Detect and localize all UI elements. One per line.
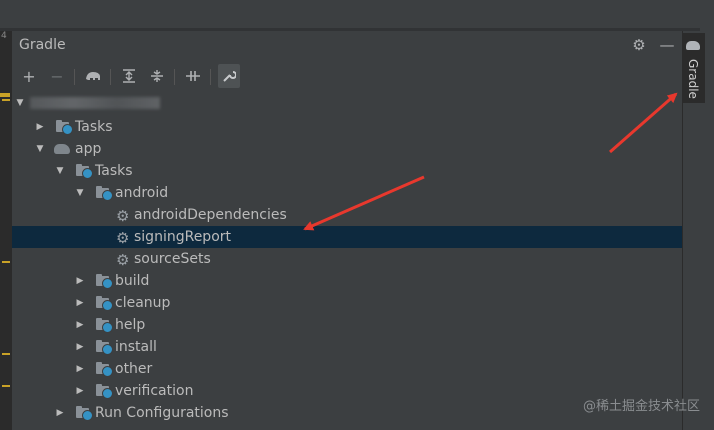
panel-header: Gradle ⚙ — <box>12 31 682 61</box>
task-folder-icon <box>76 406 93 421</box>
tree-row-android[interactable]: ▼ android <box>12 182 682 204</box>
toolbar-separator <box>74 69 75 85</box>
tree-label: build <box>115 273 150 289</box>
tree-label: verification <box>115 383 194 399</box>
collapsed-arrow-icon[interactable]: ▶ <box>74 358 86 380</box>
tree-label: signingReport <box>134 229 232 245</box>
task-folder-icon <box>96 186 113 201</box>
collapsed-arrow-icon[interactable]: ▶ <box>74 270 86 292</box>
tree-label: Tasks <box>95 163 133 179</box>
tree-row-group[interactable]: ▶ build <box>12 270 682 292</box>
expanded-arrow-icon[interactable]: ▼ <box>14 92 26 114</box>
panel-toolbar: + − <box>12 63 682 91</box>
tree-row-group[interactable]: ▶ cleanup <box>12 292 682 314</box>
task-folder-icon <box>76 164 93 179</box>
wrench-icon[interactable] <box>218 64 240 88</box>
collapse-all-icon[interactable] <box>146 64 168 88</box>
expand-all-icon[interactable] <box>118 64 140 88</box>
left-strip-text: 4 <box>1 31 7 41</box>
gradle-panel: Gradle ⚙ — + − ▼ ▶ Tasks ▼ app ▼ Tasks ▼… <box>12 31 682 430</box>
toggle-offline-icon[interactable] <box>182 64 204 88</box>
tree-row-task-selected[interactable]: ⚙ signingReport <box>12 226 682 248</box>
expanded-arrow-icon[interactable]: ▼ <box>74 182 86 204</box>
tree-label: Tasks <box>75 119 113 135</box>
collapsed-arrow-icon[interactable]: ▶ <box>74 380 86 402</box>
left-strip-marker <box>2 99 10 101</box>
tree-row-app-tasks[interactable]: ▼ Tasks <box>12 160 682 182</box>
collapsed-arrow-icon[interactable]: ▶ <box>54 402 66 424</box>
toolbar-separator <box>210 69 211 85</box>
elephant-icon <box>686 41 700 50</box>
redacted-project-name <box>30 97 160 109</box>
task-folder-icon <box>96 362 113 377</box>
gradle-side-tab-label: Gradle <box>686 59 700 99</box>
gear-icon: ⚙ <box>116 229 130 247</box>
left-editor-strip: 4 <box>0 31 12 430</box>
tree-row-app[interactable]: ▼ app <box>12 138 682 160</box>
left-strip-marker <box>0 93 10 97</box>
gear-icon[interactable]: ⚙ <box>629 35 649 55</box>
add-icon[interactable]: + <box>18 64 40 88</box>
task-folder-icon <box>96 384 113 399</box>
tree-row-task[interactable]: ⚙ androidDependencies <box>12 204 682 226</box>
elephant-icon[interactable] <box>82 64 104 88</box>
tree-label: androidDependencies <box>134 207 287 223</box>
gear-icon: ⚙ <box>116 251 130 269</box>
expanded-arrow-icon[interactable]: ▼ <box>54 160 66 182</box>
panel-title: Gradle <box>19 37 66 53</box>
left-strip-marker <box>2 261 10 263</box>
tree-row-group[interactable]: ▶ verification <box>12 380 682 402</box>
tree-row-task[interactable]: ⚙ sourceSets <box>12 248 682 270</box>
gear-icon: ⚙ <box>116 207 130 225</box>
collapsed-arrow-icon[interactable]: ▶ <box>34 116 46 138</box>
left-strip-marker <box>2 353 10 355</box>
watermark: @稀土掘金技术社区 <box>582 399 700 414</box>
task-folder-icon <box>96 274 113 289</box>
toolbar-separator <box>110 69 111 85</box>
tree-label: app <box>75 141 102 157</box>
tree-label: help <box>115 317 146 333</box>
tree-label: sourceSets <box>134 251 211 267</box>
task-folder-icon <box>56 120 73 135</box>
collapsed-arrow-icon[interactable]: ▶ <box>74 336 86 358</box>
task-folder-icon <box>96 296 113 311</box>
elephant-icon <box>54 142 70 156</box>
remove-icon[interactable]: − <box>46 64 68 88</box>
minimize-icon[interactable]: — <box>657 35 677 55</box>
collapsed-arrow-icon[interactable]: ▶ <box>74 292 86 314</box>
tree-row-root[interactable]: ▼ <box>12 92 682 114</box>
left-strip-marker <box>2 385 10 387</box>
tree-row-group[interactable]: ▶ help <box>12 314 682 336</box>
tree-label: other <box>115 361 153 377</box>
tree-row-root-tasks[interactable]: ▶ Tasks <box>12 116 682 138</box>
tree-row-run-configurations[interactable]: ▶ Run Configurations <box>12 402 682 424</box>
tree-label: Run Configurations <box>95 405 229 421</box>
gradle-side-tab[interactable]: Gradle <box>683 33 705 103</box>
toolbar-separator <box>174 69 175 85</box>
task-folder-icon <box>96 318 113 333</box>
tree-label: android <box>115 185 169 201</box>
expanded-arrow-icon[interactable]: ▼ <box>34 138 46 160</box>
tree-row-group[interactable]: ▶ install <box>12 336 682 358</box>
tree-label: install <box>115 339 157 355</box>
right-tool-window-bar: Gradle <box>682 31 714 430</box>
task-folder-icon <box>96 340 113 355</box>
tree-label: cleanup <box>115 295 171 311</box>
tree-row-group[interactable]: ▶ other <box>12 358 682 380</box>
collapsed-arrow-icon[interactable]: ▶ <box>74 314 86 336</box>
